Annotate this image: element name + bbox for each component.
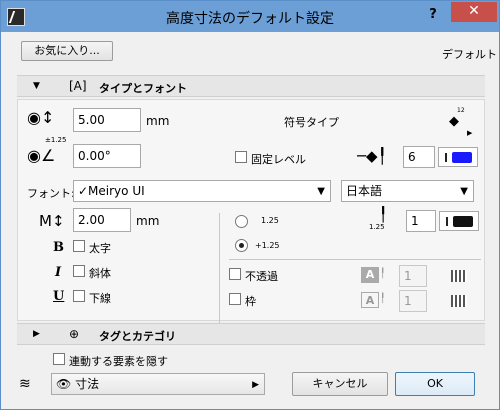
underline-label: 下線	[89, 292, 111, 305]
pen-color-swatch-blue	[452, 152, 472, 163]
language-select[interactable]: 日本語 ▼	[341, 180, 474, 202]
opaque-checkbox[interactable]	[229, 268, 241, 280]
number-format-radio-1[interactable]	[235, 215, 248, 228]
number-format-label-2: +1.25	[255, 241, 280, 250]
cancel-button[interactable]: キャンセル	[292, 372, 388, 396]
text-size-input[interactable]: 2.00	[73, 208, 131, 232]
symbol-type-icon[interactable]: ◆	[449, 115, 459, 129]
symbol-type-label: 符号タイプ	[284, 116, 339, 129]
symbol-type-arrow-icon[interactable]: ▶	[467, 126, 472, 140]
fixed-level-label: 固定レベル	[251, 153, 306, 166]
preset-name: デフォルト	[442, 48, 497, 61]
text-size-unit: mm	[136, 214, 160, 228]
collapse-triangle-icon[interactable]: ▼	[33, 81, 40, 91]
dialog-window: 高度寸法のデフォルト設定 ? ✕ お気に入り... デフォルト ▼ [A] タイ…	[0, 0, 500, 410]
text-size-icon: M↕	[39, 212, 65, 230]
expand-triangle-icon[interactable]: ▶	[33, 329, 40, 339]
marker-level-sub: ±1.25	[45, 136, 67, 144]
chevron-right-icon: ▶	[252, 380, 259, 390]
italic-icon: I	[55, 265, 62, 280]
marker-pen-input[interactable]: 6	[403, 146, 435, 168]
frame-label: 枠	[245, 295, 256, 308]
text-pen-color-button[interactable]	[439, 211, 479, 231]
text-type-icon: [A]	[69, 79, 87, 93]
section-type-font-label: タイプとフォント	[99, 82, 187, 95]
eye-icon: 👁	[56, 377, 72, 391]
horizontal-divider	[229, 259, 481, 260]
chevron-down-icon: ▼	[317, 186, 325, 197]
layer-select-value: 寸法	[75, 377, 100, 391]
layers-icon: ≋	[19, 376, 31, 392]
bold-label: 太字	[89, 242, 111, 255]
italic-label: 斜体	[89, 267, 111, 280]
frame-checkbox[interactable]	[229, 293, 241, 305]
vertical-divider	[219, 213, 220, 323]
frame-text-icon: A	[361, 292, 379, 308]
bold-icon: B	[53, 240, 64, 255]
marker-angle-icon: ◉∠	[27, 146, 56, 165]
font-select-value: ✓Meiryo UI	[78, 184, 145, 198]
hide-connected-checkbox[interactable]	[53, 353, 65, 365]
section-type-font-header[interactable]: ▼ [A] タイプとフォント	[17, 75, 485, 97]
marker-size-unit: mm	[146, 114, 170, 128]
marker-pen-color-button[interactable]	[438, 147, 478, 167]
text-pen-input[interactable]: 1	[406, 210, 436, 232]
close-button[interactable]: ✕	[451, 2, 497, 22]
angle-input[interactable]: 0.00°	[73, 144, 141, 168]
italic-checkbox[interactable]	[73, 265, 85, 277]
title-bar: 高度寸法のデフォルト設定 ? ✕	[1, 1, 499, 32]
marker-size-input[interactable]: 5.00	[73, 108, 141, 132]
layer-select[interactable]: 👁 寸法 ▶	[51, 373, 265, 395]
favorites-button[interactable]: お気に入り...	[21, 41, 113, 61]
opaque-pen-input[interactable]: 1	[399, 265, 427, 287]
number-format-radio-2[interactable]	[235, 239, 248, 252]
number-format-label-1: 1.25	[261, 216, 279, 225]
bold-checkbox[interactable]	[73, 240, 85, 252]
font-label: フォント:	[27, 187, 75, 200]
section-tags-label: タグとカテゴリ	[99, 330, 176, 343]
section-tags-header[interactable]: ▶ ⊕ タグとカテゴリ	[17, 323, 485, 345]
help-button[interactable]: ?	[421, 5, 445, 25]
symbol-type-sup: 12	[457, 107, 465, 114]
frame-pen-icon: ╿	[380, 294, 386, 304]
opaque-label: 不透過	[245, 270, 278, 283]
font-select[interactable]: ✓Meiryo UI ▼	[73, 180, 331, 202]
underline-icon: U	[53, 289, 65, 304]
text-pen-icon: ╿	[379, 207, 388, 223]
hide-connected-label: 連動する要素を隠す	[69, 355, 168, 368]
pen-color-swatch-black	[453, 216, 473, 227]
fill-pen-icon: ╿	[380, 269, 386, 279]
chevron-down-icon: ▼	[460, 186, 468, 197]
fill-pattern-icon[interactable]	[451, 270, 467, 282]
pen-marker-icon: ─◆╿	[357, 147, 387, 165]
underline-checkbox[interactable]	[73, 290, 85, 302]
tag-category-icon: ⊕	[69, 327, 80, 341]
marker-size-icon: ◉↕	[27, 108, 55, 127]
text-pen-sub: 1.25	[369, 223, 385, 231]
language-select-value: 日本語	[346, 184, 383, 198]
ok-button[interactable]: OK	[395, 372, 475, 396]
frame-pen-input[interactable]: 1	[399, 290, 427, 312]
frame-pattern-icon[interactable]	[451, 295, 467, 307]
fixed-level-checkbox[interactable]	[235, 151, 247, 163]
background-fill-icon: A	[361, 267, 379, 283]
